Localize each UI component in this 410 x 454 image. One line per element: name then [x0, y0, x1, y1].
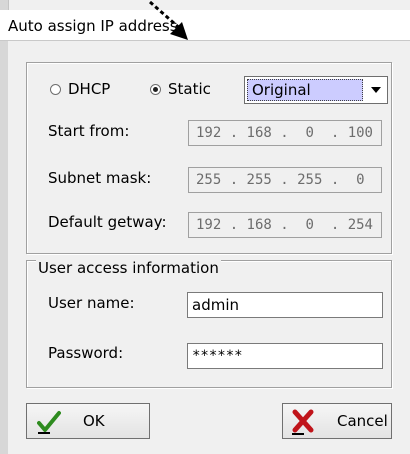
profile-dropdown[interactable]: Original: [244, 76, 388, 104]
chevron-down-icon[interactable]: [366, 79, 386, 101]
start-from-ip-field[interactable]: 192 . 168 . 0 . 100: [188, 120, 382, 146]
dhcp-radio[interactable]: DHCP: [50, 80, 110, 98]
username-label: User name:: [48, 294, 135, 312]
static-label: Static: [168, 80, 211, 98]
checkmark-icon: [37, 411, 61, 434]
static-radio[interactable]: Static: [150, 80, 211, 98]
start-from-label: Start from:: [48, 122, 130, 140]
password-input[interactable]: ******: [187, 343, 383, 369]
cancel-button[interactable]: Cancel: [282, 403, 392, 439]
ok-button[interactable]: OK: [26, 403, 150, 439]
cancel-label: Cancel: [337, 412, 388, 430]
ok-label: OK: [83, 412, 105, 430]
subnet-mask-ip-field[interactable]: 255 . 255 . 255 . 0: [188, 167, 382, 193]
dhcp-radio-circle: [50, 83, 61, 95]
password-label: Password:: [48, 344, 124, 362]
default-gateway-ip-field[interactable]: 192 . 168 . 0 . 254: [188, 212, 382, 238]
subnet-mask-label: Subnet mask:: [48, 169, 152, 187]
user-access-legend: User access information: [36, 259, 221, 277]
static-radio-circle: [150, 83, 161, 95]
red-x-icon: [292, 409, 314, 435]
profile-dropdown-value: Original: [247, 79, 363, 101]
username-input[interactable]: admin: [187, 292, 383, 318]
default-gateway-label: Default getway:: [48, 213, 167, 231]
dhcp-label: DHCP: [68, 80, 111, 98]
title-bar[interactable]: Auto assign IP address: [0, 10, 410, 41]
